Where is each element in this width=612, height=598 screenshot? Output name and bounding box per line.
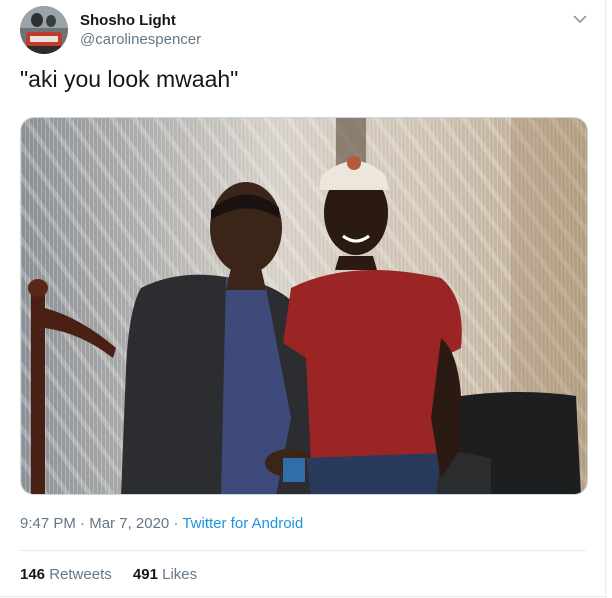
tweet-date[interactable]: Mar 7, 2020 bbox=[89, 515, 169, 532]
meta-separator: · bbox=[80, 515, 86, 532]
retweets-count: 146 bbox=[20, 566, 46, 583]
author-handle[interactable]: @carolinespencer bbox=[80, 31, 201, 49]
avatar[interactable] bbox=[20, 6, 68, 54]
retweets-stat[interactable]: 146 Retweets bbox=[20, 565, 112, 585]
tweet-source-link[interactable]: Twitter for Android bbox=[182, 515, 303, 532]
photo-illustration bbox=[21, 118, 587, 494]
bottom-divider bbox=[0, 596, 606, 597]
likes-label: Likes bbox=[162, 566, 198, 583]
retweets-label: Retweets bbox=[49, 566, 112, 583]
chevron-down-icon[interactable] bbox=[571, 10, 589, 28]
tweet-stats: 146 Retweets 491 Likes bbox=[20, 565, 214, 585]
tweet-photo[interactable] bbox=[20, 117, 588, 495]
tweet-time[interactable]: 9:47 PM bbox=[20, 515, 76, 532]
tweet-meta: 9:47 PM · Mar 7, 2020 · Twitter for Andr… bbox=[20, 514, 303, 534]
tweet-card: Shosho Light @carolinespencer "aki you l… bbox=[0, 0, 606, 598]
avatar-photo bbox=[20, 6, 68, 54]
tweet-header: Shosho Light @carolinespencer bbox=[20, 6, 201, 54]
divider bbox=[20, 550, 586, 551]
author-display-name[interactable]: Shosho Light bbox=[80, 11, 201, 31]
likes-count: 491 bbox=[132, 566, 158, 583]
meta-separator: · bbox=[173, 515, 179, 532]
author-names: Shosho Light @carolinespencer bbox=[80, 11, 201, 49]
likes-stat[interactable]: 491 Likes bbox=[133, 565, 197, 585]
tweet-text: "aki you look mwaah" bbox=[20, 66, 239, 92]
